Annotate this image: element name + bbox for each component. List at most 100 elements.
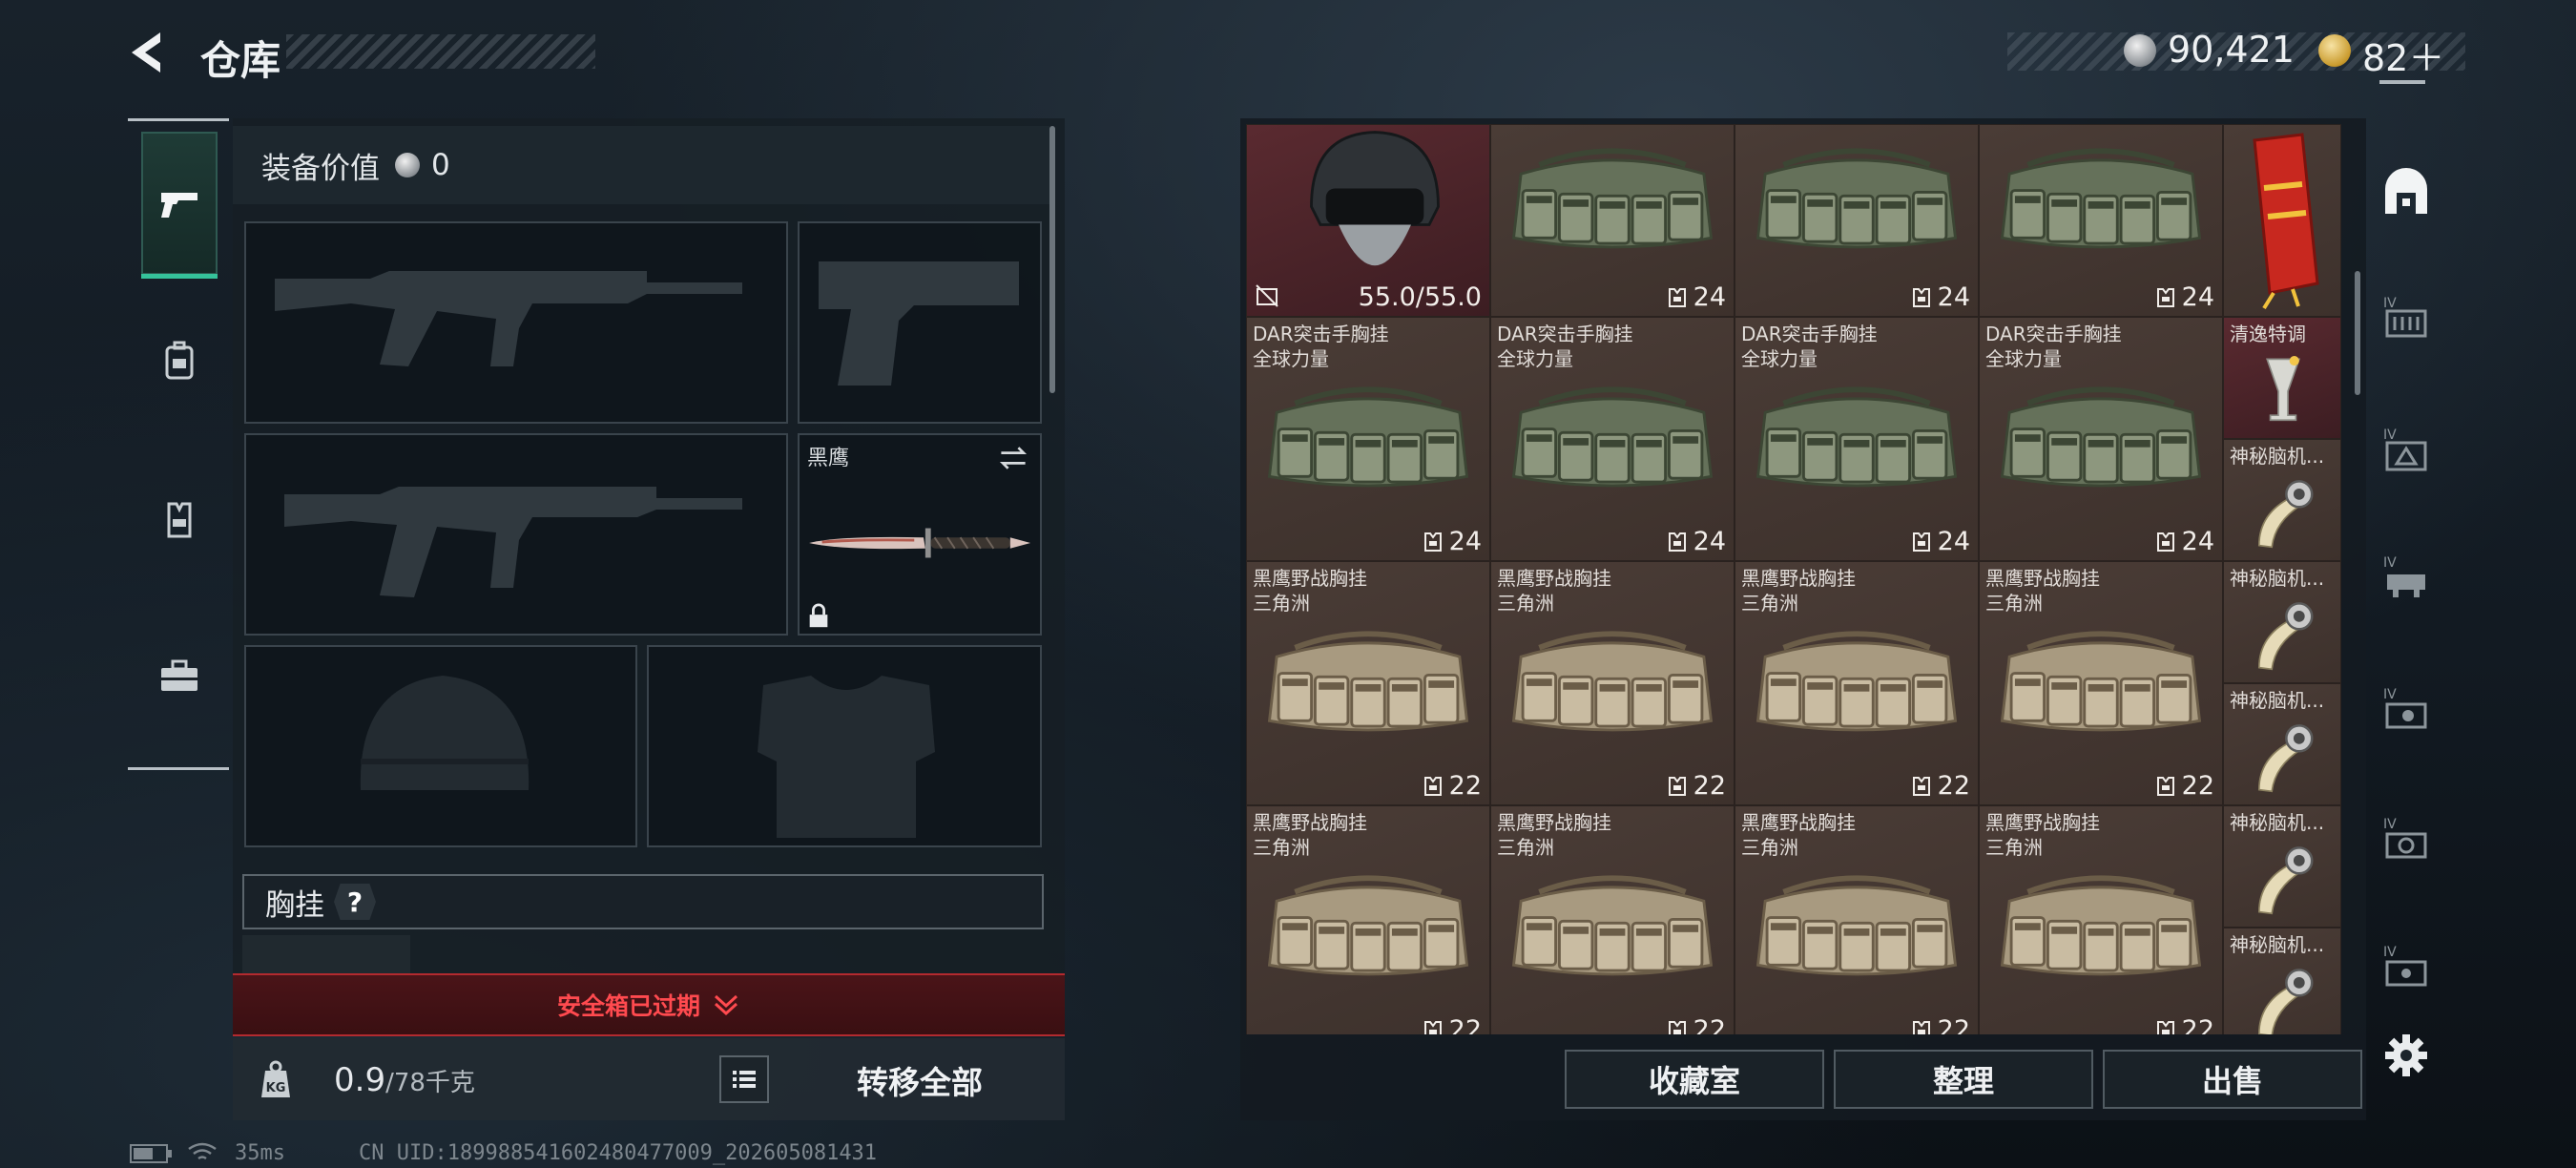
slot-count: 24	[1423, 527, 1482, 556]
organize-button[interactable]: 整理	[1834, 1050, 2093, 1109]
cat-iv-2-icon: IV	[2383, 428, 2427, 471]
durability-readout: 55.0/55.0	[1358, 282, 1482, 312]
category-5[interactable]: IV	[2378, 811, 2435, 868]
back-arrow-icon[interactable]	[124, 29, 172, 76]
vest-slots-icon	[1668, 532, 1686, 552]
loadout-scrollbar[interactable]	[1049, 126, 1055, 393]
warehouse-scrollbar[interactable]	[2355, 271, 2360, 395]
backpack-icon	[165, 341, 194, 380]
svg-text:KG: KG	[266, 1081, 286, 1095]
slot-count: 22	[1911, 1015, 1970, 1034]
chest-rig-item[interactable]: 黑鹰野战胸挂 三角洲 22	[1735, 561, 1979, 805]
list-icon	[733, 1071, 756, 1088]
slot-count-value: 24	[1693, 282, 1726, 312]
slot-count-value: 22	[1448, 771, 1482, 801]
sidearm-slot[interactable]	[798, 221, 1042, 424]
chest-rig-item[interactable]: 24	[1490, 124, 1735, 317]
rifle-silhouette-icon	[275, 271, 742, 366]
item-name: 黑鹰野战胸挂 三角洲	[1497, 566, 1611, 615]
item-name: 黑鹰野战胸挂 三角洲	[1253, 566, 1367, 615]
armor-slot[interactable]	[647, 645, 1042, 847]
list-view-button[interactable]	[719, 1055, 769, 1103]
item-name: 清逸特调	[2230, 323, 2306, 345]
vest-slots-icon	[1912, 532, 1930, 552]
chest-rig-item[interactable]: 黑鹰野战胸挂 三角洲 22	[1735, 805, 1979, 1034]
slot-count: 22	[1667, 1015, 1726, 1034]
help-icon[interactable]: ?	[334, 884, 376, 920]
tab-weapons[interactable]	[141, 132, 218, 279]
briefcase-icon	[161, 659, 197, 691]
chest-rig-item[interactable]: 黑鹰野战胸挂 三角洲 22	[1490, 561, 1735, 805]
safe-box-expired-banner[interactable]: 安全箱已过期	[233, 973, 1065, 1036]
chest-rig-item[interactable]: DAR突击手胸挂 全球力量 24	[1735, 317, 1979, 561]
vest-slots-icon	[2156, 532, 2174, 552]
loadout-footer: KG 0.9/78千克 转移全部	[233, 1038, 1065, 1120]
chest-rig-item[interactable]: 黑鹰野战胸挂 三角洲 22	[1490, 805, 1735, 1034]
slot-count: 24	[2155, 282, 2214, 312]
chest-rig-bag-icon	[2000, 631, 2202, 732]
chest-rig-item[interactable]: 黑鹰野战胸挂 三角洲 22	[1979, 805, 2223, 1034]
vest-slots-icon	[2156, 776, 2174, 796]
chest-rig-item[interactable]: 黑鹰野战胸挂 三角洲 22	[1979, 561, 2223, 805]
silver-coin-icon	[2124, 34, 2156, 67]
brain-device-item[interactable]: 神秘脑机...	[2223, 561, 2341, 683]
category-1[interactable]: IV	[2378, 290, 2435, 347]
helmet-item[interactable]: 55.0/55.0	[1246, 124, 1490, 317]
tab-vest[interactable]	[141, 448, 218, 592]
category-6[interactable]: IV	[2378, 939, 2435, 996]
transfer-all-button[interactable]: 转移全部	[805, 1053, 1034, 1107]
swap-arrows-icon[interactable]	[996, 441, 1030, 475]
chest-rig-item[interactable]: 黑鹰野战胸挂 三角洲 22	[1246, 805, 1490, 1034]
equipment-value: 0	[431, 148, 450, 182]
title-decoration	[286, 34, 595, 69]
item-brand-line: 三角洲	[1985, 592, 2043, 615]
item-name-line: DAR突击手胸挂	[1497, 323, 1633, 345]
collection-room-button[interactable]: 收藏室	[1565, 1050, 1824, 1109]
helmet-item-icon	[1310, 131, 1440, 266]
chest-rig-item[interactable]: 24	[1735, 124, 1979, 317]
chest-rig-item[interactable]: 24	[1979, 124, 2223, 317]
item-name-line: DAR突击手胸挂	[1741, 323, 1878, 345]
device-icon	[2257, 602, 2314, 671]
slot-count: 22	[2155, 1015, 2214, 1034]
firecracker-item[interactable]	[2223, 124, 2341, 317]
gold-balance[interactable]: 82＋	[2362, 29, 2444, 81]
item-brand-line: 全球力量	[1253, 347, 1329, 370]
brain-device-item[interactable]: 神秘脑机...	[2223, 928, 2341, 1034]
cat-iv-4-icon: IV	[2383, 687, 2427, 729]
vest-slots-icon	[1668, 287, 1686, 307]
primary-weapon-slot[interactable]	[244, 221, 788, 424]
melee-slot[interactable]: 黑鹰	[798, 433, 1042, 636]
vest-slots-icon	[1912, 1020, 1930, 1034]
user-uid: CN UID:1899885416024804770​09_2026050814…	[359, 1141, 878, 1165]
battery-icon	[130, 1144, 172, 1163]
chest-rig-item[interactable]: DAR突击手胸挂 全球力量 24	[1490, 317, 1735, 561]
category-all[interactable]	[2378, 164, 2435, 221]
chest-rig-item[interactable]: 黑鹰野战胸挂 三角洲 22	[1246, 561, 1490, 805]
tab-backpack[interactable]	[141, 290, 218, 433]
cocktail-item[interactable]: 清逸特调	[2223, 317, 2341, 439]
item-brand-line: 三角洲	[1741, 836, 1798, 859]
item-name-line: 黑鹰野战胸挂	[1985, 567, 2100, 590]
brain-device-item[interactable]: 神秘脑机...	[2223, 439, 2341, 561]
chest-rig-item[interactable]: DAR突击手胸挂 全球力量 24	[1246, 317, 1490, 561]
category-4[interactable]: IV	[2378, 681, 2435, 739]
slot-count: 24	[1667, 282, 1726, 312]
equipment-value-label: 装备价值	[261, 151, 380, 186]
tab-briefcase[interactable]	[141, 605, 218, 748]
slot-count-value: 22	[1448, 1015, 1482, 1034]
category-2[interactable]: IV	[2378, 422, 2435, 479]
brain-device-item[interactable]: 神秘脑机...	[2223, 683, 2341, 805]
loadout-panel: 装备价值 0 黑鹰 胸挂 ?	[233, 118, 1065, 981]
settings-button[interactable]	[2378, 1027, 2435, 1084]
helmet-slot[interactable]	[244, 645, 637, 847]
sell-button[interactable]: 出售	[2103, 1050, 2362, 1109]
brain-device-item[interactable]: 神秘脑机...	[2223, 805, 2341, 928]
item-name: 神秘脑机...	[2230, 933, 2325, 956]
chest-rig-item[interactable]: DAR突击手胸挂 全球力量 24	[1979, 317, 2223, 561]
carry-weight-unit: /78千克	[385, 1069, 475, 1097]
item-brand-line: 全球力量	[1741, 347, 1818, 370]
settings-gear-icon	[2385, 1034, 2427, 1076]
category-3[interactable]: IV	[2378, 550, 2435, 607]
secondary-weapon-slot[interactable]	[244, 433, 788, 636]
